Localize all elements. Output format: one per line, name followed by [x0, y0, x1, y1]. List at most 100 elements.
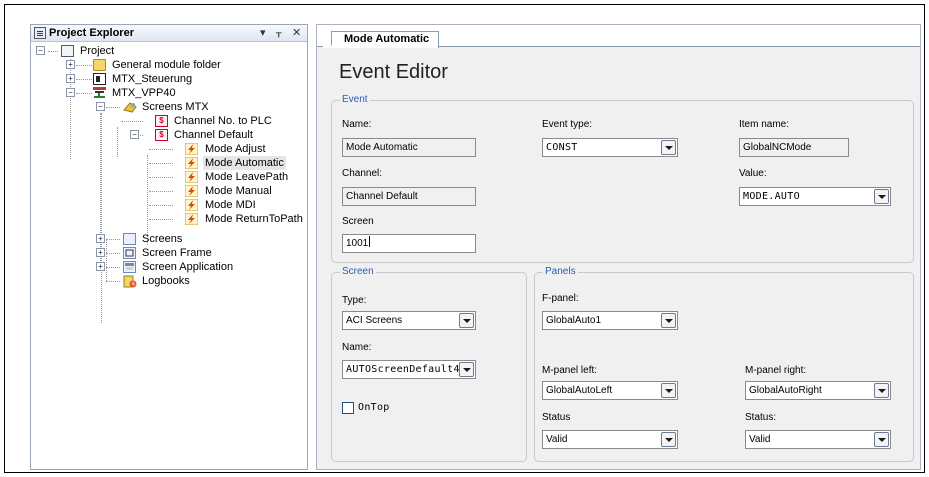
- fpanel-value: GlobalAuto1: [546, 315, 602, 326]
- collapse-icon[interactable]: −: [36, 46, 45, 55]
- status-left-value: Valid: [546, 434, 568, 445]
- collapse-icon[interactable]: −: [130, 130, 139, 139]
- screen-name-select[interactable]: AUTOScreenDefault40: [342, 360, 476, 379]
- screen-application-icon: [123, 261, 136, 273]
- event-group-legend: Event: [340, 94, 370, 105]
- logbook-icon: [123, 275, 137, 288]
- tree-node-mode-leavepath[interactable]: Mode LeavePath: [31, 170, 301, 184]
- screen-label: Screen: [342, 216, 374, 227]
- fpanel-select[interactable]: GlobalAuto1: [542, 311, 678, 330]
- status-left-select[interactable]: Valid: [542, 430, 678, 449]
- document-tabstrip: Mode Automatic: [317, 25, 920, 48]
- variable-icon: $: [155, 129, 168, 141]
- expand-icon[interactable]: +: [66, 60, 75, 69]
- folder-icon: [93, 59, 106, 71]
- dropdown-arrow-icon[interactable]: ▾: [260, 26, 266, 39]
- event-type-label: Event type:: [542, 119, 593, 130]
- screens-mtx-icon: [123, 101, 137, 113]
- channel-field[interactable]: Channel Default: [342, 187, 476, 206]
- tab-mode-automatic[interactable]: Mode Automatic: [323, 31, 439, 48]
- chevron-down-icon[interactable]: [874, 189, 889, 204]
- tree-node-screens[interactable]: + Screens: [31, 232, 271, 246]
- tree-label: Mode MDI: [205, 199, 256, 211]
- project-tree: − Project + General module folder + MTX_…: [31, 43, 307, 469]
- value-value: MODE.AUTO: [743, 191, 800, 202]
- controller-icon: [93, 73, 106, 85]
- tree-node-mode-mdi[interactable]: Mode MDI: [31, 198, 301, 212]
- expand-icon[interactable]: +: [96, 262, 105, 271]
- fpanel-label: F-panel:: [542, 293, 579, 304]
- item-name-field[interactable]: GlobalNCMode: [739, 138, 849, 157]
- panels-group: Panels F-panel: GlobalAuto1 M-panel left…: [534, 266, 914, 462]
- chevron-down-icon[interactable]: [661, 140, 676, 155]
- item-name-label: Item name:: [739, 119, 790, 130]
- screen-type-select[interactable]: ACI Screens: [342, 311, 476, 330]
- tree-label: MTX_VPP40: [112, 87, 176, 99]
- status-right-select[interactable]: Valid: [745, 430, 891, 449]
- screens-icon: [123, 233, 136, 245]
- event-bolt-icon: [184, 142, 199, 156]
- tree-node-channel-default[interactable]: − $ Channel Default: [31, 128, 291, 142]
- tree-node-general-module-folder[interactable]: + General module folder: [31, 58, 271, 72]
- tree-node-mtx-steuerung[interactable]: + MTX_Steuerung: [31, 72, 271, 86]
- value-label: Value:: [739, 168, 767, 179]
- chevron-down-icon[interactable]: [874, 383, 889, 398]
- close-icon[interactable]: ✕: [292, 26, 301, 39]
- tree-node-screen-frame[interactable]: + Screen Frame: [31, 246, 271, 260]
- collapse-icon[interactable]: −: [96, 102, 105, 111]
- event-bolt-icon: [184, 212, 199, 226]
- chevron-down-icon[interactable]: [661, 432, 676, 447]
- ontop-checkbox[interactable]: [342, 402, 354, 414]
- screen-group-legend: Screen: [340, 266, 376, 277]
- mpanel-right-label: M-panel right:: [745, 365, 807, 376]
- tree-label: Logbooks: [142, 275, 190, 287]
- tree-node-mode-adjust[interactable]: Mode Adjust: [31, 142, 301, 156]
- project-explorer-titlebar: Project Explorer ▾ ᚁ ✕: [31, 25, 307, 42]
- tree-node-screen-application[interactable]: + Screen Application: [31, 260, 291, 274]
- mpanel-right-value: GlobalAutoRight: [749, 385, 822, 396]
- screen-type-value: ACI Screens: [346, 315, 403, 326]
- tree-label: Mode Manual: [205, 185, 272, 197]
- chevron-down-icon[interactable]: [459, 313, 474, 328]
- tree-node-mode-returntopath[interactable]: Mode ReturnToPath: [31, 212, 306, 226]
- mpanel-left-select[interactable]: GlobalAutoLeft: [542, 381, 678, 400]
- screen-input[interactable]: 1001: [342, 234, 476, 253]
- event-group: Event Name: Mode Automatic Event type: C…: [331, 94, 914, 263]
- screen-frame-icon: [123, 247, 136, 259]
- expand-icon[interactable]: +: [96, 248, 105, 257]
- expand-icon[interactable]: +: [96, 234, 105, 243]
- pin-icon[interactable]: ᚁ: [276, 26, 281, 39]
- project-explorer-title: Project Explorer: [49, 27, 134, 39]
- value-select[interactable]: MODE.AUTO: [739, 187, 891, 206]
- tree-node-channel-no-to-plc[interactable]: $ Channel No. to PLC: [31, 114, 291, 128]
- screen-input-value: 1001: [346, 238, 369, 249]
- collapse-icon[interactable]: −: [66, 88, 75, 97]
- event-type-select[interactable]: CONST: [542, 138, 678, 157]
- project-icon: [61, 45, 74, 57]
- tree-label: Mode Adjust: [205, 143, 266, 155]
- chevron-down-icon[interactable]: [661, 383, 676, 398]
- tree-label: Screen Frame: [142, 247, 212, 259]
- mpanel-right-select[interactable]: GlobalAutoRight: [745, 381, 891, 400]
- tree-label: Screens: [142, 233, 183, 245]
- tree-node-project[interactable]: − Project: [31, 44, 231, 58]
- status-right-label: Status:: [745, 412, 777, 423]
- chevron-down-icon[interactable]: [874, 432, 889, 447]
- tree-label: Project: [80, 45, 115, 57]
- expand-icon[interactable]: +: [66, 74, 75, 83]
- tree-label: Screen Application: [142, 261, 234, 273]
- tree-label: Mode LeavePath: [205, 171, 289, 183]
- status-right-value: Valid: [749, 434, 771, 445]
- tree-node-mtx-vpp40[interactable]: − MTX_VPP40: [31, 86, 271, 100]
- tree-node-screens-mtx[interactable]: − Screens MTX: [31, 100, 271, 114]
- screen-name-label: Name:: [342, 342, 372, 353]
- chevron-down-icon[interactable]: [661, 313, 676, 328]
- tree-node-mode-manual[interactable]: Mode Manual: [31, 184, 301, 198]
- tree-node-logbooks[interactable]: Logbooks: [31, 274, 271, 288]
- page-title: Event Editor: [339, 61, 448, 83]
- chevron-down-icon[interactable]: [459, 362, 474, 377]
- ontop-label[interactable]: OnTop: [358, 402, 390, 413]
- screen-group: Screen Type: ACI Screens Name: AUTOScree…: [331, 266, 527, 462]
- name-field[interactable]: Mode Automatic: [342, 138, 476, 157]
- tree-node-mode-automatic[interactable]: Mode Automatic: [31, 156, 301, 170]
